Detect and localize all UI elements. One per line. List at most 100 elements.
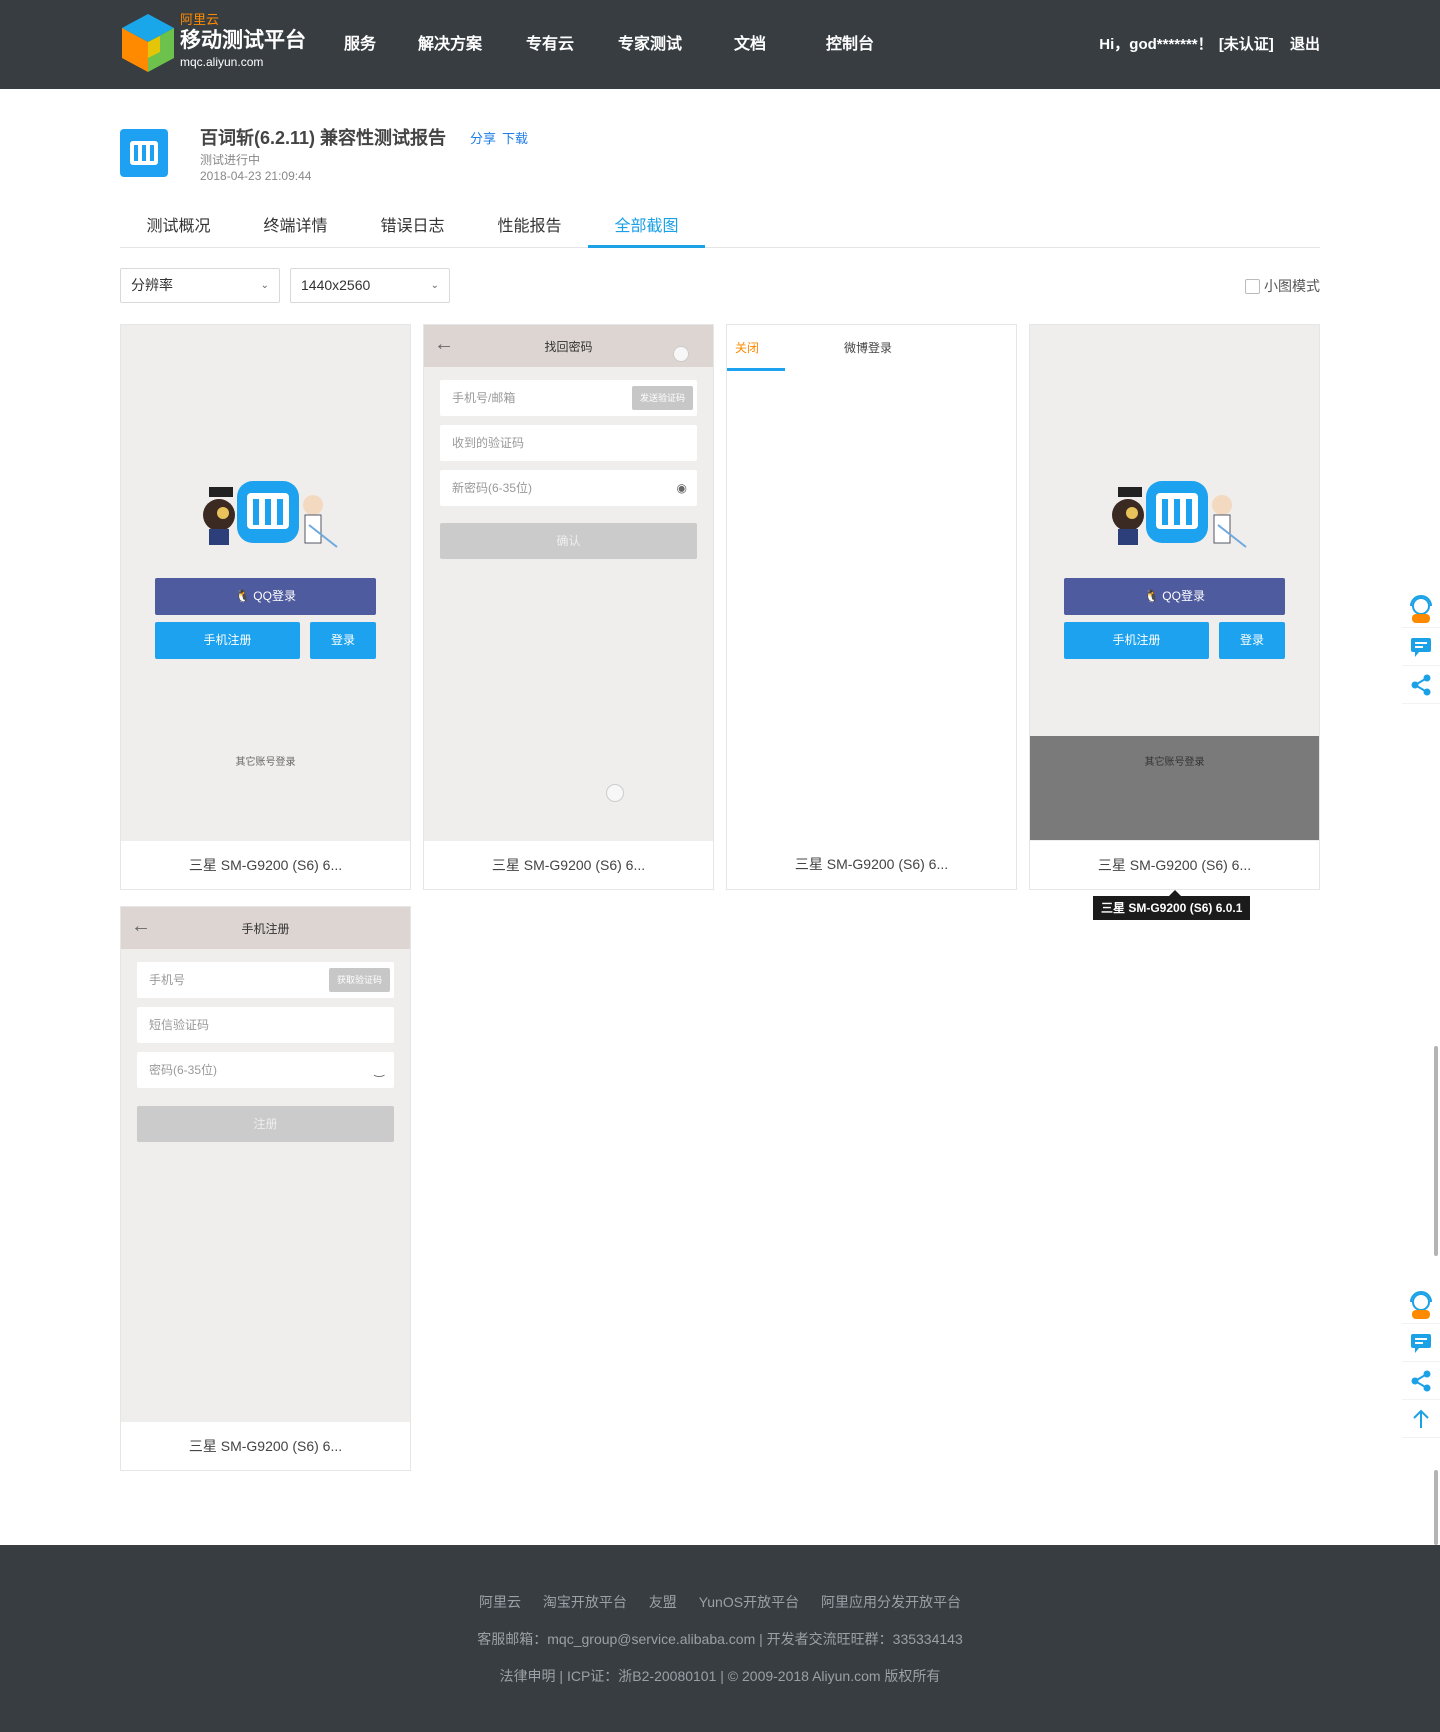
brand-top: 阿里云 bbox=[180, 12, 220, 27]
report-links: 分享 下载 bbox=[470, 128, 534, 147]
screenshot-image[interactable]: 关闭 微博登录 bbox=[727, 325, 1016, 840]
app-toolbar: ← 手机注册 bbox=[121, 907, 410, 949]
tab-indicator bbox=[727, 368, 785, 371]
share-icon[interactable] bbox=[1402, 666, 1440, 704]
main-nav: 服务 解决方案 专有云 专家测试 文档 控制台 bbox=[320, 0, 900, 89]
nav-solutions[interactable]: 解决方案 bbox=[400, 0, 500, 89]
send-code-button[interactable]: 发送验证码 bbox=[631, 386, 693, 410]
screenshot-card[interactable]: ← 手机注册 手机号 获取验证码 短信验证码 密码(6-35位) ‿ 注册 三星… bbox=[120, 906, 411, 1471]
customer-service-icon[interactable] bbox=[1402, 590, 1440, 628]
login-button[interactable]: 登录 bbox=[1219, 622, 1285, 659]
small-mode-checkbox[interactable] bbox=[1245, 278, 1260, 294]
tab-performance[interactable]: 性能报告 bbox=[471, 206, 588, 247]
phone-register-button[interactable]: 手机注册 bbox=[155, 622, 300, 659]
device-caption[interactable]: 三星 SM-G9200 (S6) 6... bbox=[121, 840, 410, 889]
screenshot-image[interactable]: ← 手机注册 手机号 获取验证码 短信验证码 密码(6-35位) ‿ 注册 bbox=[121, 907, 410, 1421]
top-navbar: 阿里云 移动测试平台 mqc.aliyun.com 服务 解决方案 专有云 专家… bbox=[0, 0, 1440, 89]
user-greeting[interactable]: Hi，god*******！ bbox=[1099, 36, 1212, 53]
tab-overview[interactable]: 测试概况 bbox=[120, 206, 237, 247]
resolution-value-select[interactable]: 1440x2560 ⌄ bbox=[290, 268, 450, 303]
nav-services[interactable]: 服务 bbox=[320, 0, 400, 89]
nav-private-cloud[interactable]: 专有云 bbox=[500, 0, 600, 89]
phone-field[interactable]: 手机号 获取验证码 bbox=[137, 962, 394, 998]
footer-legal: 法律申明 | ICP证：浙B2-20080101 | © 2009-2018 A… bbox=[499, 1668, 941, 1684]
footer-link-taobao-open[interactable]: 淘宝开放平台 bbox=[543, 1594, 627, 1610]
chevron-down-icon: ⌄ bbox=[260, 280, 269, 291]
screenshot-card[interactable]: 🐧 QQ登录 手机注册 登录 其它账号登录 三星 SM-G9200 (S6) 6… bbox=[120, 324, 411, 890]
phone-register-button[interactable]: 手机注册 bbox=[1064, 622, 1209, 659]
eye-icon[interactable]: ◉ bbox=[677, 470, 687, 506]
new-password-field[interactable]: 新密码(6-35位) ◉ bbox=[440, 470, 697, 506]
page: 阿里云 移动测试平台 mqc.aliyun.com 服务 解决方案 专有云 专家… bbox=[0, 0, 1440, 1732]
brand-domain: mqc.aliyun.com bbox=[180, 55, 264, 69]
phone-placeholder: 手机号 bbox=[149, 973, 186, 987]
report-tabs: 测试概况 终端详情 错误日志 性能报告 全部截图 bbox=[120, 206, 1320, 248]
device-caption[interactable]: 三星 SM-G9200 (S6) 6... bbox=[424, 840, 713, 889]
feedback-icon[interactable] bbox=[1402, 1324, 1440, 1362]
register-button[interactable]: 注册 bbox=[137, 1106, 394, 1142]
other-account-login[interactable]: 其它账号登录 bbox=[121, 753, 410, 768]
user-status[interactable]: [未认证] bbox=[1219, 36, 1274, 53]
baicizhan-icon bbox=[130, 141, 158, 165]
screenshot-card[interactable]: 🐧 QQ登录 手机注册 登录 其它账号登录 三星 SM-G9200 (S6) 6… bbox=[1029, 324, 1320, 890]
qq-login-label: QQ登录 bbox=[253, 589, 296, 603]
footer-link-app-distribution[interactable]: 阿里应用分发开放平台 bbox=[821, 1594, 961, 1610]
screenshot-card[interactable]: ← 找回密码 手机号/邮箱 发送验证码 收到的验证码 新密码(6-35位) ◉ … bbox=[423, 324, 714, 890]
footer-links: 阿里云 淘宝开放平台 友盟 YunOS开放平台 阿里应用分发开放平台 bbox=[0, 1592, 1440, 1612]
screenshot-image[interactable]: ← 找回密码 手机号/邮箱 发送验证码 收到的验证码 新密码(6-35位) ◉ … bbox=[424, 325, 713, 840]
share-link[interactable]: 分享 bbox=[470, 131, 496, 146]
tab-error-log[interactable]: 错误日志 bbox=[354, 206, 471, 247]
nav-docs[interactable]: 文档 bbox=[700, 0, 800, 89]
user-area: Hi，god*******！ [未认证] 退出 bbox=[1087, 0, 1320, 89]
device-caption[interactable]: 三星 SM-G9200 (S6) 6... bbox=[727, 840, 1016, 889]
customer-service-icon[interactable] bbox=[1402, 1286, 1440, 1324]
tab-devices[interactable]: 终端详情 bbox=[237, 206, 354, 247]
app-toolbar: ← 找回密码 bbox=[424, 325, 713, 367]
footer-link-yunos[interactable]: YunOS开放平台 bbox=[699, 1594, 799, 1610]
footer-link-aliyun[interactable]: 阿里云 bbox=[479, 1594, 521, 1610]
feedback-icon[interactable] bbox=[1402, 628, 1440, 666]
tab-all-screenshots[interactable]: 全部截图 bbox=[588, 206, 705, 248]
chevron-down-icon: ⌄ bbox=[430, 280, 439, 291]
device-tooltip: 三星 SM-G9200 (S6) 6.0.1 bbox=[1093, 890, 1251, 920]
footer-contact: 客服邮箱：mqc_group@service.alibaba.com | 开发者… bbox=[477, 1631, 963, 1647]
nav-console[interactable]: 控制台 bbox=[800, 0, 900, 89]
screenshot-card[interactable]: 关闭 微博登录 三星 SM-G9200 (S6) 6... bbox=[726, 324, 1017, 890]
small-mode-toggle[interactable]: 小图模式 bbox=[1245, 276, 1320, 296]
qq-penguin-icon: 🐧 bbox=[1144, 589, 1163, 603]
get-code-button[interactable]: 获取验证码 bbox=[328, 968, 390, 992]
code-field[interactable]: 收到的验证码 bbox=[440, 425, 697, 461]
touch-indicator-icon bbox=[606, 784, 624, 802]
footer: 阿里云 淘宝开放平台 友盟 YunOS开放平台 阿里应用分发开放平台 客服邮箱：… bbox=[0, 1545, 1440, 1732]
screenshot-image[interactable]: 🐧 QQ登录 手机注册 登录 其它账号登录 bbox=[121, 325, 410, 840]
close-tab[interactable]: 关闭 bbox=[735, 339, 759, 356]
footer-link-umeng[interactable]: 友盟 bbox=[649, 1594, 677, 1610]
login-button[interactable]: 登录 bbox=[310, 622, 376, 659]
back-to-top-icon[interactable] bbox=[1402, 1400, 1440, 1438]
side-toolbar bbox=[1402, 590, 1440, 704]
device-caption[interactable]: 三星 SM-G9200 (S6) 6... bbox=[1030, 840, 1319, 889]
account-field[interactable]: 手机号/邮箱 发送验证码 bbox=[440, 380, 697, 416]
brand[interactable]: 阿里云 移动测试平台 mqc.aliyun.com bbox=[180, 12, 306, 70]
nav-expert-test[interactable]: 专家测试 bbox=[600, 0, 700, 89]
cube-logo-icon[interactable] bbox=[118, 12, 178, 74]
resolution-label-select[interactable]: 分辨率 ⌄ bbox=[120, 268, 280, 303]
qq-login-button[interactable]: 🐧 QQ登录 bbox=[155, 578, 376, 615]
eye-closed-icon[interactable]: ‿ bbox=[374, 1052, 384, 1088]
sms-code-field[interactable]: 短信验证码 bbox=[137, 1007, 394, 1043]
share-icon[interactable] bbox=[1402, 1362, 1440, 1400]
small-mode-label: 小图模式 bbox=[1264, 278, 1320, 294]
logout-link[interactable]: 退出 bbox=[1290, 36, 1320, 53]
report-title: 百词斩(6.2.11) 兼容性测试报告 bbox=[200, 128, 447, 148]
qq-login-button[interactable]: 🐧 QQ登录 bbox=[1064, 578, 1285, 615]
screenshot-image[interactable]: 🐧 QQ登录 手机注册 登录 其它账号登录 bbox=[1030, 325, 1319, 840]
other-account-login[interactable]: 其它账号登录 bbox=[1030, 753, 1319, 768]
device-caption[interactable]: 三星 SM-G9200 (S6) 6... bbox=[121, 1421, 410, 1470]
qq-penguin-icon: 🐧 bbox=[235, 589, 254, 603]
password-field[interactable]: 密码(6-35位) ‿ bbox=[137, 1052, 394, 1088]
scrollbar-thumb[interactable] bbox=[1434, 1046, 1438, 1256]
confirm-button[interactable]: 确认 bbox=[440, 523, 697, 559]
app-icon bbox=[120, 129, 168, 177]
download-link[interactable]: 下载 bbox=[502, 131, 528, 146]
scrollbar-thumb[interactable] bbox=[1434, 1470, 1438, 1545]
